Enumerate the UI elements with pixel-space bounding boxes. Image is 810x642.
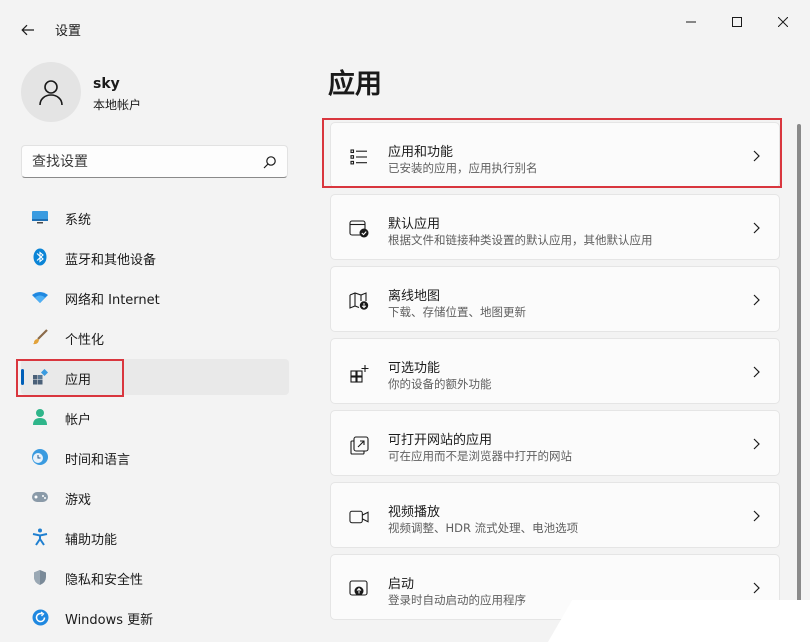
sidebar-item-label: 帐户: [65, 413, 92, 428]
sidebar-item-label: 时间和语言: [65, 453, 131, 468]
sidebar-item-label: 个性化: [65, 333, 105, 348]
sidebar-item-system[interactable]: 系统: [21, 199, 289, 235]
card-title: 默认应用: [388, 217, 441, 232]
search-box[interactable]: [21, 145, 288, 178]
card-title: 视频播放: [388, 505, 441, 520]
sidebar-item-accounts[interactable]: 帐户: [21, 399, 289, 435]
chevron-right-icon: [753, 582, 760, 594]
card-title: 可打开网站的应用: [388, 433, 493, 448]
corner-decoration: [548, 600, 810, 642]
maximize-icon: [732, 17, 742, 27]
brush-icon: [31, 328, 49, 346]
search-icon[interactable]: [263, 155, 277, 169]
default-apps-icon: [349, 219, 369, 239]
optional-features-icon: [349, 363, 369, 383]
card-video-playback[interactable]: 视频播放 视频调整、HDR 流式处理、电池选项: [330, 482, 780, 548]
wifi-icon: [31, 288, 49, 306]
minimize-button[interactable]: [668, 8, 714, 36]
sidebar-item-privacy[interactable]: 隐私和安全性: [21, 559, 289, 595]
sidebar-item-label: 蓝牙和其他设备: [65, 253, 157, 268]
apps-icon: [31, 368, 49, 386]
sidebar-nav: 系统 蓝牙和其他设备 网络和 Internet 个性化 应用 帐户 时间和语言 …: [21, 199, 289, 639]
sidebar-item-label: 系统: [65, 213, 92, 228]
sidebar-item-label: 游戏: [65, 493, 92, 508]
open-web-icon: [349, 435, 369, 455]
card-title: 可选功能: [388, 361, 441, 376]
selected-indicator: [21, 369, 24, 385]
sidebar-item-personalization[interactable]: 个性化: [21, 319, 289, 355]
settings-card-list: 应用和功能 已安装的应用，应用执行别名 默认应用 根据文件和链接种类设置的默认应…: [330, 122, 780, 626]
chevron-right-icon: [753, 510, 760, 522]
card-apps-features[interactable]: 应用和功能 已安装的应用，应用执行别名: [330, 122, 780, 188]
sidebar-item-accessibility[interactable]: 辅助功能: [21, 519, 289, 555]
monitor-icon: [31, 208, 49, 226]
card-offline-maps[interactable]: 离线地图 下载、存储位置、地图更新: [330, 266, 780, 332]
card-subtitle: 视频调整、HDR 流式处理、电池选项: [388, 521, 579, 535]
window-title: 设置: [55, 24, 82, 39]
title-bar: 设置: [0, 0, 810, 48]
clock-globe-icon: [31, 448, 49, 466]
card-apps-for-websites[interactable]: 可打开网站的应用 可在应用而不是浏览器中打开的网站: [330, 410, 780, 476]
card-subtitle: 可在应用而不是浏览器中打开的网站: [388, 449, 572, 463]
back-button[interactable]: [14, 16, 42, 44]
sidebar-item-time-language[interactable]: 时间和语言: [21, 439, 289, 475]
card-default-apps[interactable]: 默认应用 根据文件和链接种类设置的默认应用，其他默认应用: [330, 194, 780, 260]
card-title: 应用和功能: [388, 145, 454, 160]
sidebar-item-network[interactable]: 网络和 Internet: [21, 279, 289, 315]
card-subtitle: 根据文件和链接种类设置的默认应用，其他默认应用: [388, 233, 653, 247]
accessibility-icon: [31, 528, 49, 546]
gamepad-icon: [31, 488, 49, 506]
chevron-right-icon: [753, 438, 760, 450]
sidebar-item-label: 辅助功能: [65, 533, 118, 548]
sidebar-item-label: 应用: [65, 373, 92, 388]
card-subtitle: 已安装的应用，应用执行别名: [388, 161, 538, 175]
card-optional-features[interactable]: 可选功能 你的设备的额外功能: [330, 338, 780, 404]
account-type: 本地帐户: [93, 98, 142, 112]
person-avatar-icon: [39, 80, 63, 106]
search-input[interactable]: [32, 152, 252, 172]
card-subtitle: 登录时自动启动的应用程序: [388, 593, 526, 607]
update-icon: [31, 608, 49, 626]
user-name: sky: [93, 76, 120, 92]
list-icon: [349, 147, 369, 167]
video-icon: [349, 507, 369, 527]
sidebar-item-label: 隐私和安全性: [65, 573, 144, 588]
maximize-button[interactable]: [714, 8, 760, 36]
person-icon: [31, 408, 49, 426]
sidebar-item-apps[interactable]: 应用: [21, 359, 289, 395]
sidebar-item-bluetooth[interactable]: 蓝牙和其他设备: [21, 239, 289, 275]
sidebar-item-gaming[interactable]: 游戏: [21, 479, 289, 515]
card-subtitle: 你的设备的额外功能: [388, 377, 492, 391]
close-icon: [778, 17, 788, 27]
chevron-right-icon: [753, 222, 760, 234]
sidebar-item-label: 网络和 Internet: [65, 293, 160, 308]
page-title: 应用: [328, 69, 382, 100]
back-arrow-icon: [21, 24, 34, 36]
vertical-scrollbar[interactable]: [797, 124, 801, 642]
user-profile[interactable]: sky 本地帐户: [21, 62, 281, 122]
card-subtitle: 下载、存储位置、地图更新: [388, 305, 526, 319]
startup-icon: [349, 579, 369, 599]
sidebar-item-label: Windows 更新: [65, 613, 154, 628]
sidebar-item-windows-update[interactable]: Windows 更新: [21, 599, 289, 635]
chevron-right-icon: [753, 150, 760, 162]
close-button[interactable]: [760, 8, 806, 36]
bluetooth-icon: [31, 248, 49, 266]
minimize-icon: [686, 21, 696, 23]
avatar: [21, 62, 81, 122]
shield-icon: [31, 568, 49, 586]
map-download-icon: [349, 291, 369, 311]
chevron-right-icon: [753, 294, 760, 306]
card-title: 离线地图: [388, 289, 441, 304]
card-title: 启动: [388, 577, 415, 592]
chevron-right-icon: [753, 366, 760, 378]
